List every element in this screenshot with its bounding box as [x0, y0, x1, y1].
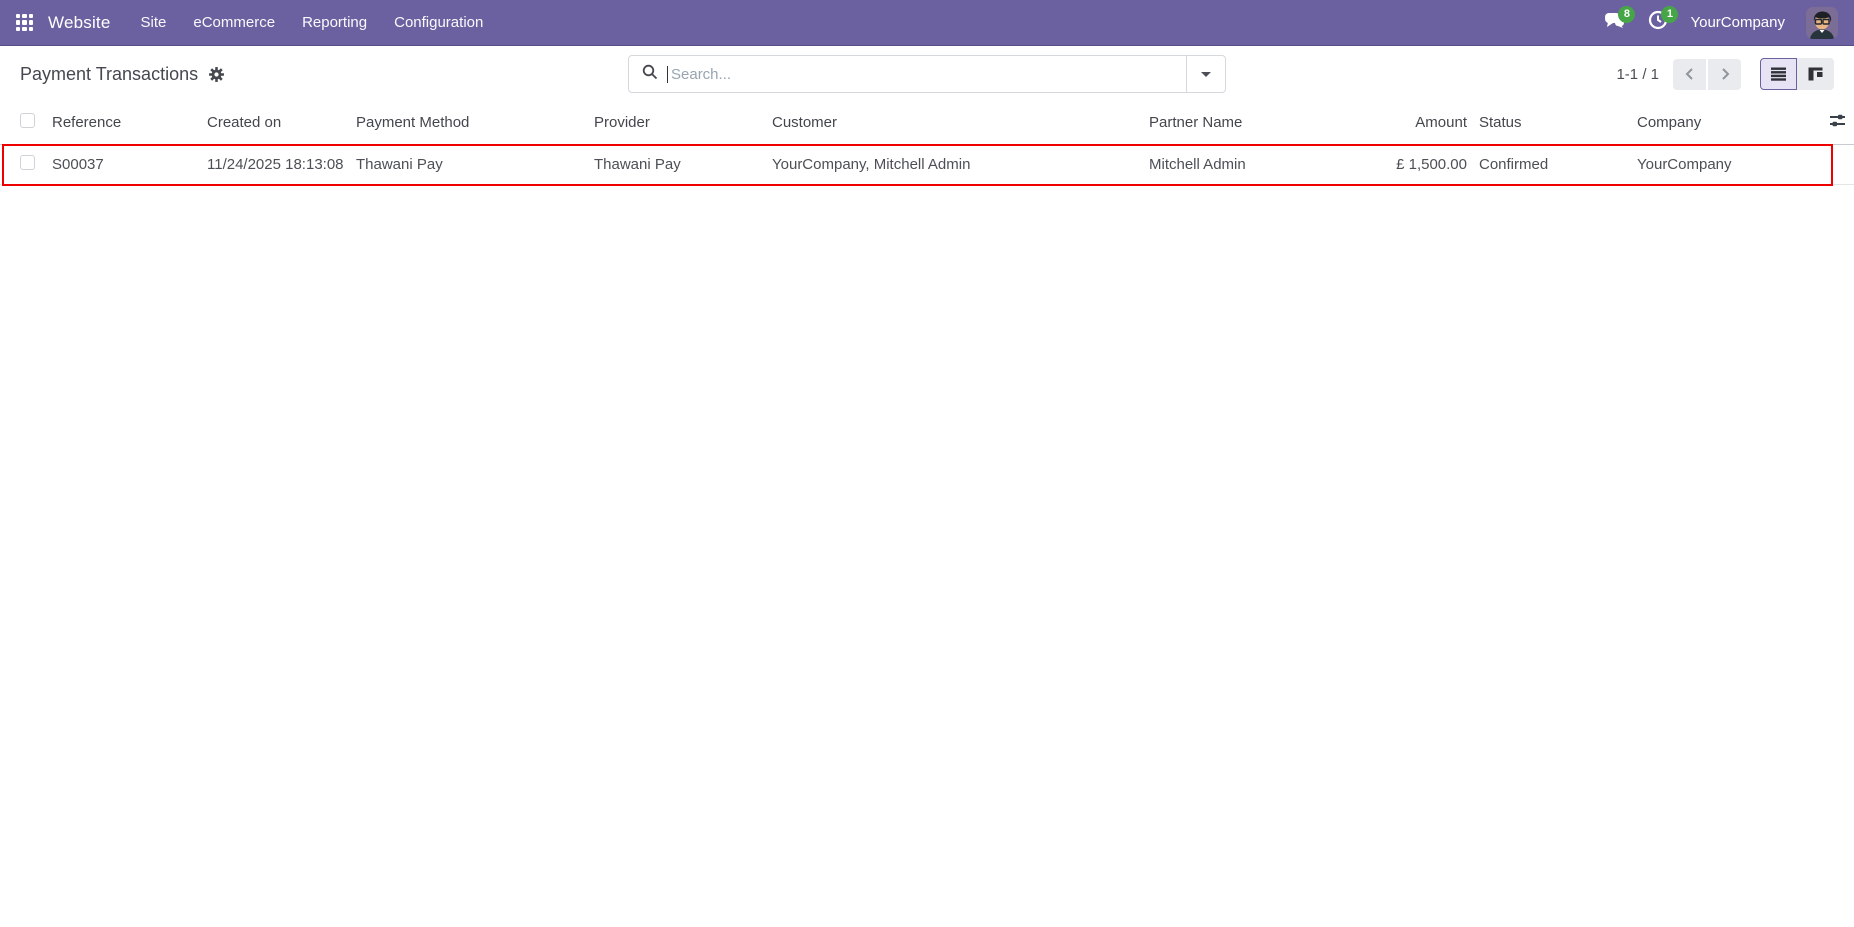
table-header-row: Reference Created on Payment Method Prov… — [0, 102, 1854, 145]
header-reference[interactable]: Reference — [46, 102, 201, 145]
cell-partner-name: Mitchell Admin — [1143, 144, 1383, 185]
row-checkbox[interactable] — [20, 154, 35, 170]
header-status[interactable]: Status — [1473, 102, 1631, 145]
transactions-table: Reference Created on Payment Method Prov… — [0, 102, 1854, 185]
search-options-toggle[interactable] — [1186, 56, 1225, 92]
chevron-right-icon — [1721, 68, 1729, 80]
cell-created-on: 11/24/2025 18:13:08 — [201, 144, 350, 185]
user-avatar[interactable] — [1806, 6, 1838, 39]
pager-next-button[interactable] — [1708, 58, 1741, 90]
pager-previous-button[interactable] — [1673, 58, 1706, 90]
activities-badge: 1 — [1661, 5, 1679, 23]
cell-reference: S00037 — [46, 144, 201, 185]
cell-amount: £ 1,500.00 — [1383, 144, 1473, 185]
select-all-checkbox[interactable] — [20, 113, 35, 129]
header-company[interactable]: Company — [1631, 102, 1821, 145]
header-payment-method[interactable]: Payment Method — [350, 102, 588, 145]
view-switcher — [1760, 58, 1834, 90]
search-placeholder: Search... — [671, 65, 732, 83]
list-view-icon — [1771, 67, 1786, 81]
cell-provider: Thawani Pay — [588, 144, 766, 185]
menu-ecommerce[interactable]: eCommerce — [193, 14, 275, 31]
messages-badge: 8 — [1618, 5, 1636, 23]
top-navbar: Website Site eCommerce Reporting Configu… — [0, 0, 1854, 46]
chevron-left-icon — [1685, 68, 1693, 80]
main-menu: Site eCommerce Reporting Configuration — [141, 14, 484, 31]
cell-customer: YourCompany, Mitchell Admin — [766, 144, 1143, 185]
cell-company: YourCompany — [1631, 144, 1821, 185]
company-switcher[interactable]: YourCompany — [1690, 14, 1785, 31]
chevron-down-icon — [1201, 71, 1211, 77]
text-cursor — [667, 65, 668, 83]
header-partner-name[interactable]: Partner Name — [1143, 102, 1383, 145]
header-customer[interactable]: Customer — [766, 102, 1143, 145]
menu-site[interactable]: Site — [141, 14, 167, 31]
page-title: Payment Transactions — [20, 63, 199, 84]
search-input[interactable]: Search... — [629, 56, 1186, 92]
activities-button[interactable]: 1 — [1647, 5, 1679, 34]
search-icon — [642, 64, 658, 85]
messages-button[interactable]: 8 — [1604, 5, 1636, 34]
header-provider[interactable]: Provider — [588, 102, 766, 145]
search-bar: Search... — [628, 55, 1226, 93]
menu-reporting[interactable]: Reporting — [302, 14, 367, 31]
kanban-view-button[interactable] — [1797, 58, 1834, 90]
table-row[interactable]: S00037 11/24/2025 18:13:08 Thawani Pay T… — [0, 144, 1854, 185]
list-view-button[interactable] — [1760, 58, 1797, 90]
menu-configuration[interactable]: Configuration — [394, 14, 483, 31]
optional-columns-icon[interactable] — [1829, 115, 1846, 133]
app-name[interactable]: Website — [48, 13, 111, 33]
actions-gear-icon[interactable] — [208, 66, 225, 83]
apps-menu-icon[interactable] — [16, 14, 33, 31]
header-created-on[interactable]: Created on — [201, 102, 350, 145]
kanban-view-icon — [1808, 67, 1823, 81]
pager-value[interactable]: 1-1 / 1 — [1616, 66, 1659, 83]
header-amount[interactable]: Amount — [1383, 102, 1473, 145]
cell-status: Confirmed — [1473, 144, 1631, 185]
control-panel: Payment Transactions Search... 1-1 / 1 — [0, 46, 1854, 102]
cell-payment-method: Thawani Pay — [350, 144, 588, 185]
navbar-right: 8 1 YourCompany — [1604, 5, 1838, 39]
